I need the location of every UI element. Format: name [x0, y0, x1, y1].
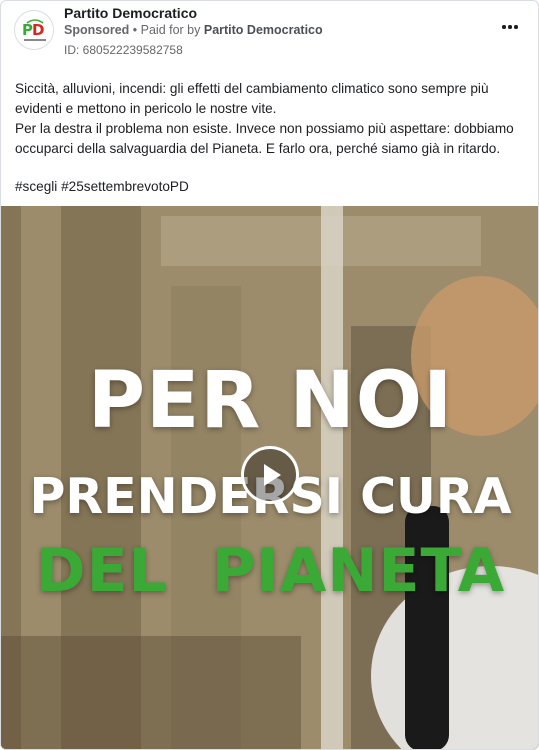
post-paragraph-2: Per la destra il problema non esiste. In…: [15, 121, 514, 156]
headline-line-1: PER NOI: [87, 356, 454, 446]
sponsored-label: Sponsored: [64, 23, 130, 37]
more-options-icon[interactable]: [498, 17, 522, 37]
post-header: P D Partito Democratico Sponsored • Paid…: [1, 1, 538, 65]
svg-text:D: D: [32, 21, 44, 39]
hashtags[interactable]: #scegli #25settembrevotoPD: [15, 179, 189, 194]
sponsor-line: Sponsored • Paid for by Partito Democrat…: [64, 23, 323, 37]
play-icon[interactable]: [241, 446, 299, 504]
ad-id: ID: 680522239582758: [64, 43, 183, 57]
paid-for-prefix: Paid for by: [140, 23, 204, 37]
separator: •: [129, 23, 141, 37]
paid-for-by[interactable]: Partito Democratico: [204, 23, 323, 37]
post-text: Siccità, alluvioni, incendi: gli effetti…: [15, 79, 527, 159]
headline-line-3-part-1: DEL: [35, 536, 168, 606]
ad-card: P D Partito Democratico Sponsored • Paid…: [0, 0, 539, 750]
page-name[interactable]: Partito Democratico: [64, 5, 197, 21]
video-thumbnail[interactable]: PER NOI PRENDERSI CURA DEL PIANETA: [1, 206, 538, 749]
post-paragraph-1: Siccità, alluvioni, incendi: gli effetti…: [15, 81, 489, 116]
headline-line-3: DEL PIANETA: [1, 536, 538, 606]
headline-line-3-part-2: PIANETA: [211, 536, 506, 606]
pd-logo-icon[interactable]: P D: [14, 10, 54, 50]
